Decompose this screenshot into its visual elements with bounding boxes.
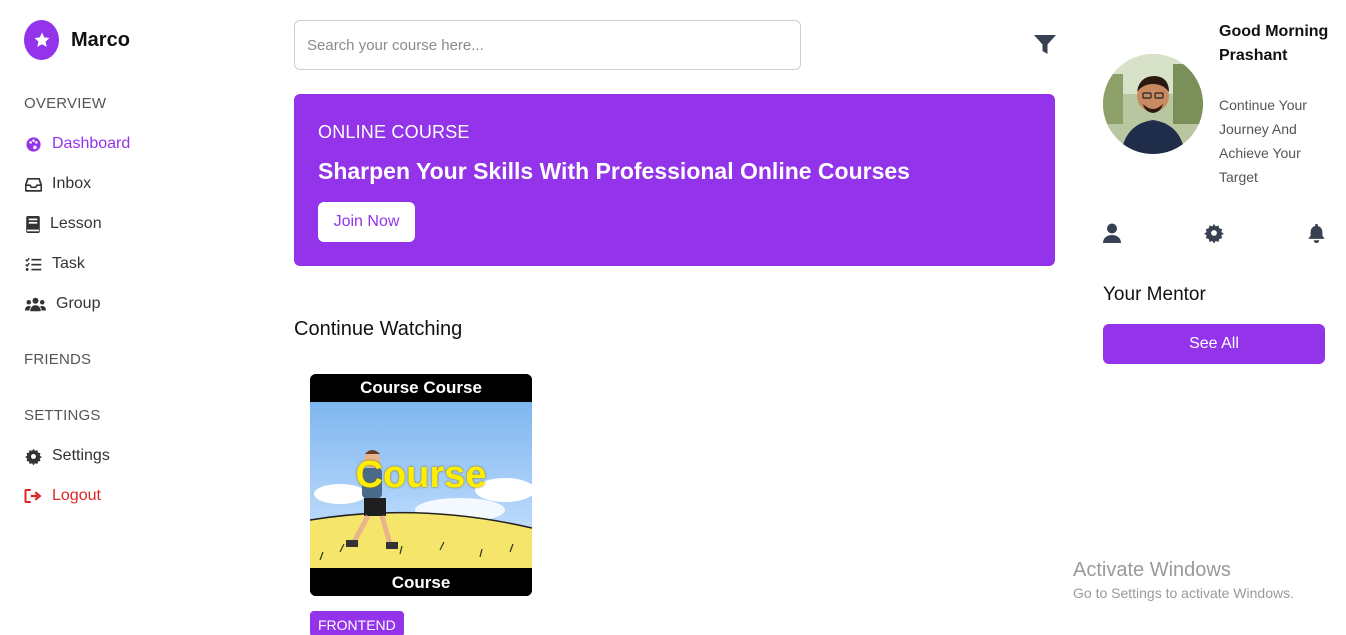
inbox-icon [24,175,42,193]
sidebar: Marco OVERVIEW Dashboard Inbox Lesson Ta… [0,0,260,635]
palette-icon [24,135,42,153]
greeting-subtitle: Continue Your Journey And Achieve Your T… [1219,97,1307,185]
user-icon[interactable] [1101,222,1123,244]
users-icon [24,295,46,313]
search-input[interactable] [294,20,801,70]
course-thumb-bottom-text: Course [310,568,532,596]
course-thumb-top-text: Course Course [310,374,532,402]
avatar[interactable] [1103,54,1203,154]
book-icon [24,215,42,233]
bell-icon[interactable] [1305,222,1327,244]
see-all-button[interactable]: See All [1103,324,1325,364]
sidebar-item-label: Lesson [50,215,102,232]
gear-icon [24,447,42,465]
sidebar-item-task[interactable]: Task [24,253,85,275]
course-category-badge: FRONTEND [310,611,404,635]
sidebar-item-group[interactable]: Group [24,293,100,315]
star-icon [24,20,59,60]
sign-out-icon [24,487,42,505]
section-label-friends: FRIENDS [24,351,92,368]
filter-icon[interactable] [1033,34,1057,56]
section-label-overview: OVERVIEW [24,95,107,112]
section-label-settings: SETTINGS [24,407,101,424]
sidebar-item-lesson[interactable]: Lesson [24,213,102,235]
sidebar-item-label: Group [56,295,101,312]
brand[interactable]: Marco [24,20,130,60]
banner-tag: ONLINE COURSE [318,122,470,142]
sidebar-item-label: Inbox [52,175,92,192]
checklist-icon [24,255,42,273]
activate-windows-title: Activate Windows [1073,559,1231,581]
banner-title: Sharpen Your Skills With Professional On… [318,158,910,184]
sidebar-item-label: Dashboard [52,135,131,152]
continue-watching-heading: Continue Watching [294,318,463,340]
sidebar-item-label: Task [52,255,85,272]
greeting-text: Good Morning Prashant [1219,23,1329,64]
mentor-heading: Your Mentor [1103,284,1206,305]
brand-name: Marco [71,28,130,51]
sidebar-item-label: Logout [52,487,101,504]
course-thumb-title: Course [355,454,487,496]
join-now-button[interactable]: Join Now [318,202,415,242]
sidebar-item-inbox[interactable]: Inbox [24,173,91,195]
promo-banner: ONLINE COURSE Sharpen Your Skills With P… [294,94,1055,266]
sidebar-item-label: Settings [52,447,110,464]
activate-windows-subtitle: Go to Settings to activate Windows. [1073,585,1294,601]
sidebar-item-dashboard[interactable]: Dashboard [24,133,130,155]
gear-icon[interactable] [1203,222,1225,244]
sidebar-item-logout[interactable]: Logout [24,485,101,507]
course-card[interactable]: Course Course Course Course [310,374,532,596]
sidebar-item-settings[interactable]: Settings [24,445,110,467]
